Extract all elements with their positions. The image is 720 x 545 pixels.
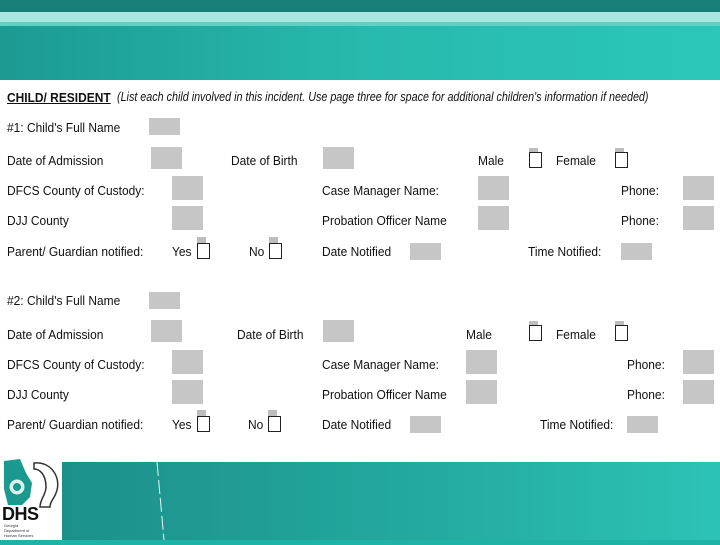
child1-phone2-label: Phone: xyxy=(621,213,659,228)
child1-djj-label: DJJ County xyxy=(7,213,69,228)
child1-phone1-label: Phone: xyxy=(621,183,659,198)
child2-time-notified-field[interactable] xyxy=(627,416,658,433)
dhs-logo: DHS Georgia Department of Human Services xyxy=(0,455,62,540)
child1-dfcs-field[interactable] xyxy=(172,176,203,200)
child2-dfcs-field[interactable] xyxy=(172,350,203,374)
child1-birth-field[interactable] xyxy=(323,147,354,169)
child1-parent-label: Parent/ Guardian notified: xyxy=(7,244,144,259)
child2-time-notified-label: Time Notified: xyxy=(540,417,614,432)
child1-phone1-field[interactable] xyxy=(683,176,714,200)
child2-phone1-field[interactable] xyxy=(683,350,714,374)
child2-yes-checkbox[interactable] xyxy=(197,416,210,432)
child2-male-label: Male xyxy=(466,327,492,342)
child1-yes-checkbox[interactable] xyxy=(197,243,210,259)
child2-djj-label: DJJ County xyxy=(7,387,69,402)
child2-birth-field[interactable] xyxy=(323,320,354,342)
child2-phone2-field[interactable] xyxy=(683,380,714,404)
section-instructions: (List each child involved in this incide… xyxy=(117,90,649,104)
child1-yes-label: Yes xyxy=(172,244,192,259)
child2-yes-label: Yes xyxy=(172,417,192,432)
child2-birth-label: Date of Birth xyxy=(237,327,304,342)
child1-date-notified-field[interactable] xyxy=(410,243,441,260)
child1-dfcs-label: DFCS County of Custody: xyxy=(7,183,145,198)
child2-phone2-label: Phone: xyxy=(627,387,665,402)
child2-no-checkbox[interactable] xyxy=(268,416,281,432)
child2-admission-field[interactable] xyxy=(151,320,182,342)
child2-name-field[interactable] xyxy=(149,292,180,309)
child2-date-notified-label: Date Notified xyxy=(322,417,392,432)
child2-probation-label: Probation Officer Name xyxy=(322,387,447,402)
child1-name-label: #1: Child's Full Name xyxy=(7,120,121,135)
child2-male-checkbox[interactable] xyxy=(529,325,542,341)
child1-date-notified-label: Date Notified xyxy=(322,244,392,259)
child1-male-checkbox[interactable] xyxy=(529,152,542,168)
child1-probation-label: Probation Officer Name xyxy=(322,213,447,228)
child1-time-notified-field[interactable] xyxy=(621,243,652,260)
child2-name-label: #2: Child's Full Name xyxy=(7,293,121,308)
top-banner-dark-strip xyxy=(0,0,720,12)
child2-parent-label: Parent/ Guardian notified: xyxy=(7,417,144,432)
child1-admission-field[interactable] xyxy=(151,147,182,169)
child2-djj-field[interactable] xyxy=(172,380,203,404)
child1-male-label: Male xyxy=(478,153,504,168)
child2-probation-field[interactable] xyxy=(466,380,497,404)
dashed-divider xyxy=(156,462,165,540)
top-light-bar xyxy=(0,12,720,22)
child2-case-manager-field[interactable] xyxy=(466,350,497,374)
bottom-banner xyxy=(0,462,720,540)
child1-female-label: Female xyxy=(556,153,596,168)
child1-no-label: No xyxy=(249,244,265,259)
child2-phone1-label: Phone: xyxy=(627,357,665,372)
child1-phone2-field[interactable] xyxy=(683,206,714,230)
dhs-logo-text: DHS xyxy=(2,504,39,524)
child1-time-notified-label: Time Notified: xyxy=(528,244,602,259)
child1-birth-label: Date of Birth xyxy=(231,153,298,168)
child2-case-manager-label: Case Manager Name: xyxy=(322,357,439,372)
child1-admission-label: Date of Admission xyxy=(7,153,104,168)
child1-djj-field[interactable] xyxy=(172,206,203,230)
dhs-logo-caption: Georgia Department of Human Services xyxy=(4,523,34,538)
child2-admission-label: Date of Admission xyxy=(7,327,104,342)
child1-name-field[interactable] xyxy=(149,118,180,135)
child2-no-label: No xyxy=(248,417,264,432)
child2-date-notified-field[interactable] xyxy=(410,416,441,433)
incident-form: CHILD/ RESIDENT (List each child involve… xyxy=(0,80,720,462)
child2-female-checkbox[interactable] xyxy=(615,325,628,341)
child1-no-checkbox[interactable] xyxy=(269,243,282,259)
child2-female-label: Female xyxy=(556,327,596,342)
child1-case-manager-field[interactable] xyxy=(478,176,509,200)
top-accent-bar xyxy=(0,22,720,26)
child1-case-manager-label: Case Manager Name: xyxy=(322,183,439,198)
child2-dfcs-label: DFCS County of Custody: xyxy=(7,357,145,372)
section-title: CHILD/ RESIDENT xyxy=(7,90,111,105)
child1-probation-field[interactable] xyxy=(478,206,509,230)
child1-female-checkbox[interactable] xyxy=(615,152,628,168)
